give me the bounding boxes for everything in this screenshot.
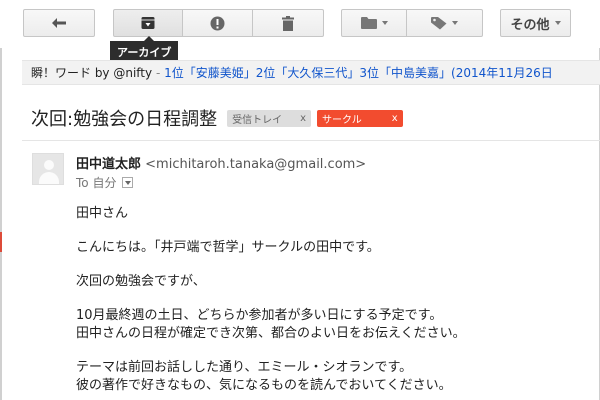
recipient-line: To 自分 <box>76 174 134 191</box>
label-chip-text: 受信トレイ <box>232 114 283 126</box>
back-to-inbox-button[interactable] <box>23 9 95 37</box>
sender-line: 田中道太郎 <michitaroh.tanaka@gmail.com> <box>76 153 366 172</box>
chevron-down-icon <box>381 21 388 25</box>
chevron-down-icon <box>124 180 131 185</box>
body-line: テーマは前回お話しした通り、エミール・シオランです。 <box>76 360 413 375</box>
sender-name[interactable]: 田中道太郎 <box>76 157 141 172</box>
archive-button[interactable] <box>113 9 183 37</box>
labels-button[interactable] <box>407 9 483 37</box>
label-chip-circle[interactable]: サークル x <box>317 109 403 127</box>
subject-row: 次回:勉強会の日程調整 受信トレイ x サークル x <box>31 103 403 133</box>
reply-arrow-icon <box>52 18 66 28</box>
body-line: 彼の著作で好きなもの、気になるものを読んでおいてください。 <box>76 378 452 393</box>
delete-button[interactable] <box>253 9 324 37</box>
more-actions-label: その他 <box>510 17 550 33</box>
remove-label-button[interactable]: x <box>300 113 306 124</box>
archive-icon <box>141 17 155 29</box>
more-actions-button[interactable]: その他 <box>500 9 571 37</box>
avatar[interactable] <box>32 153 64 185</box>
label-chip-inbox[interactable]: 受信トレイ x <box>227 109 311 127</box>
report-spam-icon <box>210 16 225 30</box>
compose-accent-marker <box>0 232 2 252</box>
chevron-down-icon <box>452 21 458 25</box>
body-line: 田中さんの日程が確定でき次第、都合のよい日をお伝えください。 <box>76 326 466 341</box>
body-line: 次回の勉強会ですが、 <box>76 274 206 289</box>
sender-email: <michitaroh.tanaka@gmail.com> <box>145 157 367 172</box>
avatar-body-shape <box>39 172 59 184</box>
chevron-down-icon <box>554 21 561 25</box>
window-left-border <box>0 0 2 400</box>
body-line: 田中さん <box>76 206 129 221</box>
remove-label-button[interactable]: x <box>392 113 398 124</box>
message-toolbar: その他 <box>0 0 600 48</box>
divider <box>22 140 600 141</box>
label-tag-icon <box>431 16 447 29</box>
web-clip-source[interactable]: 瞬！ワード by @nifty <box>31 66 152 80</box>
label-chip-text: サークル <box>322 114 362 126</box>
body-line: 10月最終週の土日、どちらか参加者が多い日にする予定です。 <box>76 308 443 323</box>
avatar-head-shape <box>44 160 54 170</box>
body-line: こんにちは。「井戸端で哲学」サークルの田中です。 <box>76 240 380 255</box>
web-clip-separator: - <box>155 66 161 80</box>
web-clip-link[interactable]: 1位「安藤美姫」2位「大久保三代」3位「中島美嘉」(2014年11月26日 <box>164 66 553 80</box>
web-clip-bar: 瞬！ワード by @nifty - 1位「安藤美姫」2位「大久保三代」3位「中島… <box>22 60 600 85</box>
move-to-folder-button[interactable] <box>341 9 407 37</box>
trash-icon <box>282 15 294 31</box>
folder-icon <box>360 17 377 29</box>
report-spam-button[interactable] <box>183 9 253 37</box>
subject-title: 次回:勉強会の日程調整 <box>31 109 218 130</box>
show-details-button[interactable] <box>122 177 134 188</box>
message-body: 田中さん こんにちは。「井戸端で哲学」サークルの田中です。 次回の勉強会ですが、… <box>76 205 596 395</box>
recipient-text: To 自分 <box>76 176 117 190</box>
